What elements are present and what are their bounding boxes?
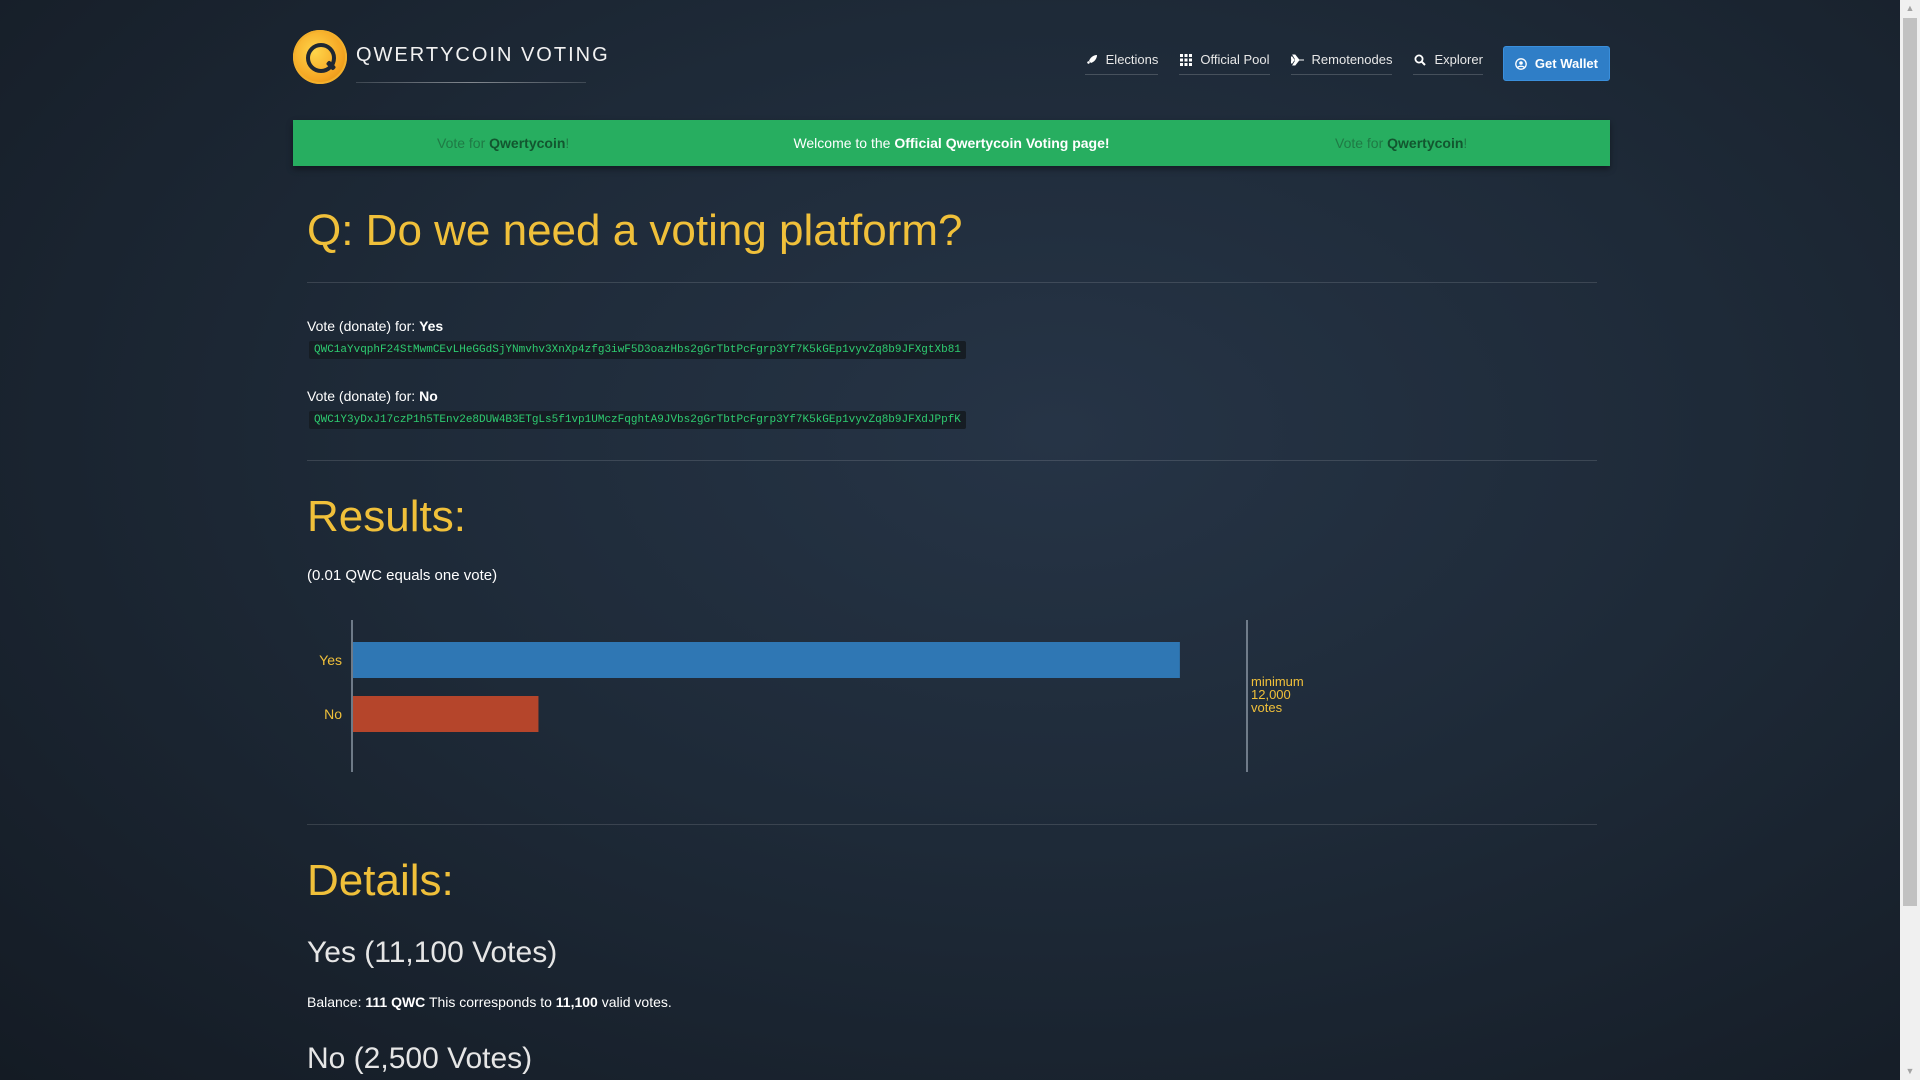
nav-explorer-label: Explorer xyxy=(1434,52,1483,67)
no-votes-heading: No (2,500 Votes) xyxy=(307,1042,533,1075)
nav-explorer[interactable]: Explorer xyxy=(1413,52,1483,75)
results-chart: YesNominimum12,000votes xyxy=(319,620,1304,772)
vertical-scrollbar[interactable]: ▲ ▼ xyxy=(1900,0,1920,1080)
yes-address[interactable]: QWC1aYvqphF24StMwmCEvLHeGGdSjYNmvhv3XnXp… xyxy=(309,341,966,359)
chart-bar-no xyxy=(353,696,539,732)
no-address[interactable]: QWC1Y3yDxJ17czP1h5TEnv2e8DUW4B3ETgLs5f1v… xyxy=(309,411,966,429)
nav-remotenodes-label: Remotenodes xyxy=(1311,52,1393,67)
scrollbar-thumb[interactable] xyxy=(1903,18,1917,906)
get-wallet-button[interactable]: Get Wallet xyxy=(1502,46,1610,81)
balance-line: Balance: 111 QWC This corresponds to 11,… xyxy=(307,994,672,1010)
yes-votes-heading: Yes (11,100 Votes) xyxy=(307,936,558,969)
details-title: Details: xyxy=(307,856,454,905)
page: QWERTYCOIN VOTING Elections Official Poo… xyxy=(0,0,1900,1080)
scroll-down-arrow-icon[interactable]: ▼ xyxy=(1900,1063,1920,1080)
chart-threshold-label: votes xyxy=(1251,700,1283,715)
banner-right-text: Vote for Qwertycoin! xyxy=(1335,135,1468,151)
scroll-up-arrow-icon[interactable]: ▲ xyxy=(1900,0,1920,17)
nav-elections[interactable]: Elections xyxy=(1084,52,1159,75)
main-nav: Elections Official Pool Remotenodes Expl… xyxy=(1064,46,1610,81)
brand-underline xyxy=(356,82,586,83)
divider xyxy=(307,460,1597,461)
welcome-banner: Vote for Qwertycoin! Welcome to the Offi… xyxy=(293,120,1610,166)
user-circle-icon xyxy=(1515,57,1527,70)
header: QWERTYCOIN VOTING Elections Official Poo… xyxy=(293,26,1610,90)
qwertycoin-logo-icon[interactable] xyxy=(293,30,347,84)
question-title: Q: Do we need a voting platform? xyxy=(307,206,963,255)
search-icon xyxy=(1413,53,1427,67)
grid-icon xyxy=(1179,53,1193,67)
nav-official-pool-label: Official Pool xyxy=(1200,52,1270,67)
nav-remotenodes[interactable]: Remotenodes xyxy=(1290,52,1393,75)
rocket-icon xyxy=(1085,53,1099,67)
divider xyxy=(307,282,1597,283)
vote-no-line: Vote (donate) for: No xyxy=(307,388,438,404)
brand-title[interactable]: QWERTYCOIN VOTING xyxy=(356,44,610,67)
divider xyxy=(307,824,1597,825)
chart-bar-yes xyxy=(353,642,1180,678)
plane-icon xyxy=(1291,53,1305,67)
vote-yes-line: Vote (donate) for: Yes xyxy=(307,318,444,334)
vote-rate-note: (0.01 QWC equals one vote) xyxy=(307,567,498,584)
chart-category-label-yes: Yes xyxy=(319,652,342,668)
chart-category-label-no: No xyxy=(324,706,342,722)
nav-official-pool[interactable]: Official Pool xyxy=(1179,52,1270,75)
nav-elections-label: Elections xyxy=(1105,52,1159,67)
get-wallet-label: Get Wallet xyxy=(1534,56,1598,71)
results-title: Results: xyxy=(307,492,466,541)
